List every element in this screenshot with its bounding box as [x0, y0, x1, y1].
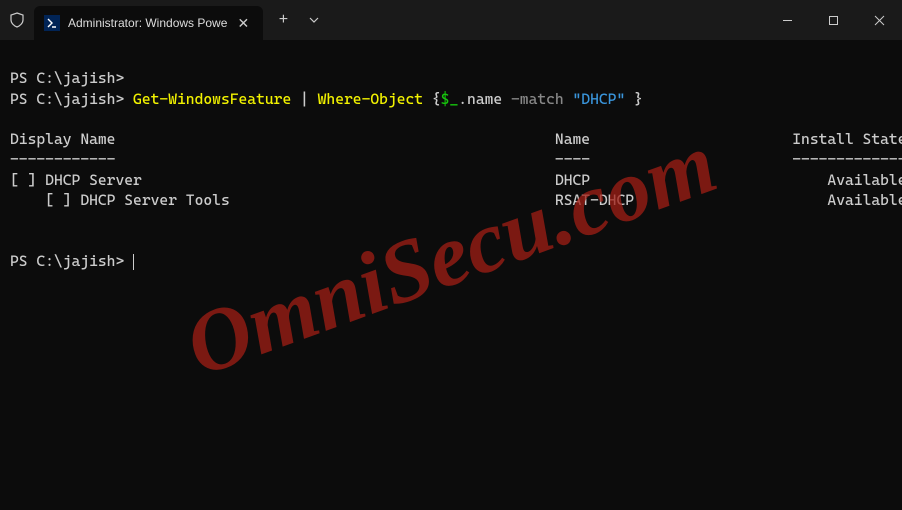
- window-controls: [764, 0, 902, 40]
- powershell-icon: [44, 15, 60, 31]
- cmdlet: Where-Object: [318, 90, 423, 108]
- col-sep: ------------: [10, 150, 115, 168]
- variable: $_: [441, 90, 459, 108]
- prompt-line: PS C:\jajish>: [10, 252, 133, 270]
- row-display: [ ] DHCP Server Tools: [10, 191, 230, 209]
- member: .name: [458, 90, 511, 108]
- col-header: Name: [555, 130, 590, 148]
- prompt-line: PS C:\jajish>: [10, 90, 133, 108]
- tab-close-button[interactable]: ✕: [233, 13, 253, 33]
- col-header: Install State: [792, 130, 902, 148]
- shield-icon: [8, 11, 26, 29]
- col-header: Display Name: [10, 130, 115, 148]
- string: "DHCP": [573, 90, 626, 108]
- cmdlet: Get-WindowsFeature: [133, 90, 291, 108]
- row-display: [ ] DHCP Server: [10, 171, 142, 189]
- col-sep: -------------: [792, 150, 902, 168]
- new-tab-button[interactable]: +: [267, 4, 299, 36]
- row-install: Available: [827, 191, 902, 209]
- prompt-line: PS C:\jajish>: [10, 69, 124, 87]
- tab-title: Administrator: Windows Powe: [68, 16, 227, 30]
- brace: {: [423, 90, 441, 108]
- close-button[interactable]: [856, 0, 902, 40]
- col-sep: ----: [555, 150, 590, 168]
- active-tab[interactable]: Administrator: Windows Powe ✕: [34, 6, 263, 40]
- row-name: RSAT-DHCP: [555, 191, 634, 209]
- maximize-button[interactable]: [810, 0, 856, 40]
- cursor: [133, 254, 134, 270]
- terminal-output[interactable]: PS C:\jajish> PS C:\jajish> Get-WindowsF…: [0, 40, 902, 279]
- brace: }: [625, 90, 643, 108]
- row-install: Available: [827, 171, 902, 189]
- minimize-button[interactable]: [764, 0, 810, 40]
- operator: -match: [511, 90, 573, 108]
- tab-dropdown-button[interactable]: [299, 4, 329, 36]
- row-name: DHCP: [555, 171, 590, 189]
- pipe: |: [291, 90, 317, 108]
- titlebar: Administrator: Windows Powe ✕ +: [0, 0, 902, 40]
